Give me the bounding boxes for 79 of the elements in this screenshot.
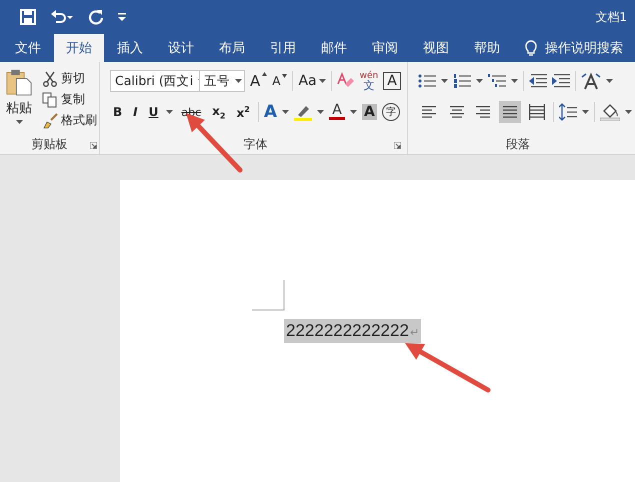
align-justify-icon — [502, 104, 518, 120]
shrink-font-button[interactable]: A — [272, 74, 288, 88]
ribbon-tab[interactable]: 审阅 — [360, 34, 410, 62]
lightbulb-icon[interactable] — [525, 40, 537, 56]
group-label: 字体 — [243, 136, 268, 152]
italic-button[interactable]: I — [130, 104, 141, 120]
multilevel-list-icon[interactable] — [488, 73, 506, 89]
cut-button[interactable]: 剪切 — [42, 70, 97, 87]
window-title: 文档1 — [595, 8, 627, 26]
character-border-button[interactable]: A — [383, 72, 401, 90]
font-name-dropdown[interactable]: Calibri (西文i — [110, 70, 200, 92]
underline-button[interactable]: U — [146, 104, 162, 120]
ribbon-tab[interactable]: 开始 — [54, 34, 104, 62]
ribbon-tab[interactable]: 文件 — [3, 34, 53, 62]
sort-icon[interactable] — [580, 72, 601, 90]
caret-icon[interactable] — [476, 79, 483, 83]
sub-button[interactable]: x$_{2}$ — [209, 102, 228, 122]
copy-icon — [42, 92, 58, 108]
dialog-launcher-icon[interactable] — [394, 142, 401, 149]
highlighter-icon[interactable] — [294, 103, 312, 121]
grow-font-button[interactable]: A — [250, 72, 268, 90]
save-icon[interactable] — [20, 9, 36, 25]
caret-icon[interactable] — [16, 120, 22, 124]
ribbon-tab[interactable]: 邮件 — [309, 34, 359, 62]
decrease-indent-icon[interactable] — [528, 73, 547, 89]
group-label: 段落 — [506, 136, 530, 152]
align-center-icon — [448, 104, 464, 120]
align-right-icon — [474, 104, 491, 120]
ribbon-tab[interactable]: 帮助 — [462, 34, 512, 62]
paintbrush-icon — [42, 112, 58, 128]
align-distributed-icon — [528, 104, 545, 120]
ribbon-tab[interactable]: 设计 — [156, 34, 206, 62]
caret-icon[interactable] — [282, 110, 289, 114]
customize-menu-icon[interactable] — [118, 13, 126, 21]
caret-icon[interactable] — [510, 79, 518, 83]
tell-me-search[interactable]: 操作说明搜索 — [545, 39, 623, 57]
change-case-button[interactable]: Aa — [298, 73, 326, 89]
phonetic-guide-button[interactable]: wén 文 — [360, 72, 378, 90]
caret-icon[interactable] — [318, 79, 326, 83]
bold-button[interactable]: B — [110, 104, 126, 120]
undo-icon[interactable] — [50, 9, 74, 25]
caret-icon[interactable] — [166, 110, 174, 114]
paint-bucket-icon[interactable] — [600, 103, 620, 121]
group-label: 剪贴板 — [32, 136, 68, 152]
align-left-icon — [420, 104, 437, 120]
ribbon-tab[interactable]: 布局 — [207, 34, 257, 62]
caret-icon[interactable] — [582, 110, 589, 114]
ribbon-tab[interactable]: 视图 — [411, 34, 461, 62]
redo-icon[interactable] — [88, 9, 104, 25]
caret-icon[interactable] — [350, 110, 357, 114]
eraser-icon[interactable] — [336, 72, 355, 90]
caret-icon[interactable] — [624, 110, 632, 114]
align-justify-button[interactable] — [498, 101, 521, 123]
character-shading-button[interactable]: A — [362, 104, 377, 120]
margin-corner-mark — [252, 280, 285, 311]
copy-button[interactable]: 复制 — [42, 91, 97, 108]
dialog-launcher-icon[interactable] — [90, 142, 97, 149]
up-triangle-icon — [262, 72, 268, 76]
bullet-list-icon[interactable] — [418, 73, 436, 89]
font-size-dropdown[interactable]: 五号 — [199, 70, 245, 92]
scissors-icon — [42, 70, 58, 86]
down-triangle-icon — [282, 74, 288, 78]
caret-icon[interactable] — [606, 79, 613, 83]
caret-icon[interactable] — [316, 110, 324, 114]
sup-button[interactable]: x$^{2}$ — [233, 104, 253, 120]
line-spacing-icon[interactable] — [558, 103, 577, 121]
text-effects-button[interactable]: A — [264, 102, 277, 122]
painter-button[interactable]: 格式刷 — [42, 112, 97, 129]
caret-icon[interactable] — [440, 79, 448, 83]
paste-button[interactable]: 粘贴 — [2, 66, 36, 134]
document-text[interactable]: 2222222222222↵ — [284, 319, 421, 343]
clipboard-icon — [6, 68, 32, 96]
font-color-button[interactable]: A — [328, 104, 345, 120]
increase-indent-icon[interactable] — [552, 73, 570, 89]
caret-icon[interactable] — [235, 79, 242, 83]
numbered-list-icon[interactable] — [452, 73, 471, 89]
ribbon-tab[interactable]: 引用 — [258, 34, 308, 62]
enclose-characters-button[interactable]: 字 — [382, 103, 400, 121]
ribbon-tab[interactable]: 插入 — [105, 34, 155, 62]
